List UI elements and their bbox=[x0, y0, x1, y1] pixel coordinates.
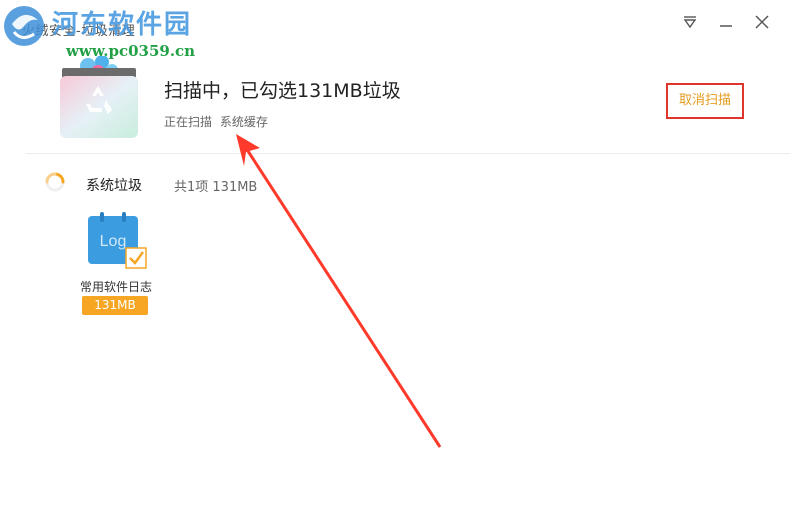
title-bar: 火绒安全-垃圾清理 河东软件园 www.pc0359.cn bbox=[0, 0, 794, 60]
header-divider bbox=[26, 153, 790, 154]
watermark-logo-icon bbox=[4, 6, 44, 46]
cancel-scan-button[interactable]: 取消扫描 bbox=[666, 83, 744, 119]
trash-bin-recycle-icon bbox=[60, 56, 138, 138]
scan-status-label: 正在扫描 bbox=[164, 115, 213, 129]
watermark-name: 河东软件园 bbox=[52, 10, 193, 40]
item-size-badge: 131MB bbox=[82, 296, 148, 315]
category-title: 系统垃圾 bbox=[86, 178, 142, 194]
scan-status-target: 系统缓存 bbox=[219, 115, 268, 129]
item-label: 常用软件日志 bbox=[79, 280, 152, 294]
log-icon-text: Log bbox=[100, 233, 127, 250]
log-file-icon: Log bbox=[88, 212, 147, 269]
menu-dropdown-icon[interactable] bbox=[680, 12, 700, 32]
minimize-icon[interactable] bbox=[716, 12, 736, 32]
close-icon[interactable] bbox=[752, 12, 772, 32]
category-summary: 共1项 131MB bbox=[174, 180, 258, 195]
item-tile-software-log[interactable]: Log 常用软件日志 131MB bbox=[76, 208, 156, 318]
loading-spinner-icon bbox=[45, 172, 65, 192]
scan-status-title: 扫描中，已勾选131MB垃圾 bbox=[164, 80, 401, 102]
scan-progress-text: 正在扫描 系统缓存 bbox=[164, 113, 268, 130]
